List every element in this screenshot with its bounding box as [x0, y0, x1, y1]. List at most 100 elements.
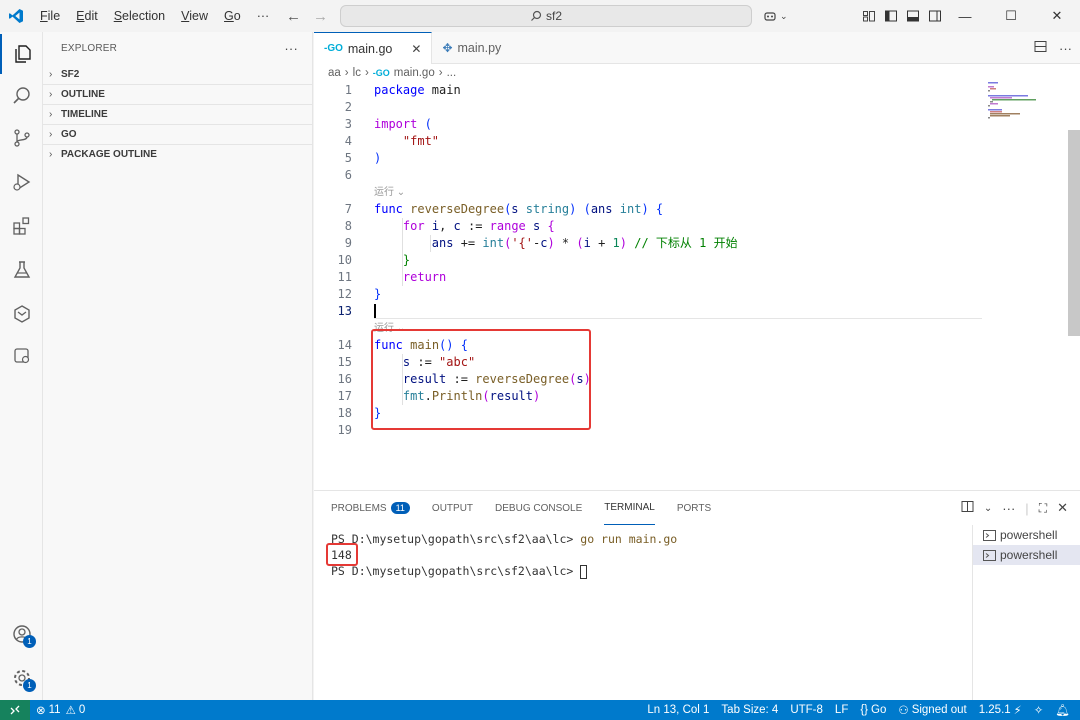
scrollbar-thumb[interactable] — [1068, 130, 1080, 336]
more-actions-icon[interactable]: ··· — [1002, 501, 1015, 516]
search-activity-icon[interactable] — [0, 76, 43, 116]
section-package-outline[interactable]: › PACKAGE OUTLINE — [43, 144, 312, 164]
close-tab-icon[interactable]: ✕ — [411, 42, 421, 56]
run-debug-icon[interactable] — [0, 162, 43, 202]
tab-problems[interactable]: PROBLEMS 11 — [331, 491, 410, 525]
line-number: 13 — [337, 304, 352, 318]
code-text: ans += int('{'-c) * (i + 1) // 下标从 1 开始 — [431, 236, 738, 250]
tab-main-py[interactable]: ✥ main.py — [432, 32, 511, 63]
menu-bar: File Edit Selection View Go ··· — [32, 0, 277, 32]
menu-edit[interactable]: Edit — [68, 0, 106, 32]
forward-arrow-icon[interactable]: → — [313, 8, 328, 25]
section-go[interactable]: › GO — [43, 124, 312, 144]
explorer-title: EXPLORER — [61, 42, 118, 54]
code-text: ) — [374, 151, 382, 165]
code-line: 5) — [314, 150, 994, 167]
tab-main-go[interactable]: -GO main.go ✕ — [314, 32, 433, 64]
tab-size[interactable]: Tab Size: 4 — [715, 704, 784, 716]
maximize-icon[interactable]: ☐ — [988, 0, 1034, 32]
tab-terminal[interactable]: TERMINAL — [604, 491, 655, 525]
menu-more[interactable]: ··· — [249, 0, 278, 32]
close-panel-icon[interactable]: ✕ — [1057, 500, 1068, 516]
breadcrumb-file[interactable]: main.go — [394, 67, 435, 79]
terminal-line: 148 — [331, 547, 677, 563]
split-editor-icon[interactable] — [1034, 40, 1047, 56]
close-window-icon[interactable]: ✕ — [1034, 0, 1080, 32]
editor-actions: ··· — [1034, 32, 1072, 64]
output-highlight-box — [326, 543, 358, 566]
tab-ports[interactable]: PORTS — [677, 491, 711, 525]
line-number: 14 — [337, 338, 352, 352]
menu-go[interactable]: Go — [216, 0, 249, 32]
line-number: 1 — [344, 83, 352, 97]
go-version[interactable]: 1.25.1 ⚡ — [973, 703, 1028, 717]
cursor-position[interactable]: Ln 13, Col 1 — [641, 704, 715, 716]
section-outline[interactable]: › OUTLINE — [43, 84, 312, 104]
search-text: sf2 — [545, 9, 562, 23]
editor-scrollbar[interactable] — [1068, 64, 1080, 490]
menu-selection[interactable]: Selection — [106, 0, 173, 32]
line-number: 7 — [344, 202, 352, 216]
terminal-instance-1[interactable]: powershell — [973, 525, 1080, 545]
chevron-right-icon: › — [49, 149, 53, 160]
chevron-right-icon: › — [49, 89, 53, 100]
breadcrumb-aa[interactable]: aa — [328, 67, 341, 79]
breadcrumb-more[interactable]: ... — [447, 67, 457, 79]
tab-output[interactable]: OUTPUT — [432, 491, 473, 525]
terminal-instance-2[interactable]: powershell — [973, 545, 1080, 565]
notifications-bell-icon[interactable]: 🔔︎ — [1049, 703, 1076, 717]
problems-status[interactable]: ⊗ 11 ⚠ 0 — [30, 703, 91, 717]
copilot-button[interactable]: ⌄ — [762, 0, 788, 32]
copilot-agent-icon[interactable] — [0, 294, 43, 334]
breadcrumb-lc[interactable]: lc — [353, 67, 361, 79]
line-number: 17 — [337, 389, 352, 403]
activity-bar: 1 1 — [0, 32, 43, 700]
menu-file[interactable]: File — [32, 0, 68, 32]
explorer-more-button[interactable]: ··· — [284, 41, 298, 56]
manage-gear-icon[interactable]: 1 — [0, 658, 43, 698]
panel-actions: ⌄ ··· | ⛶ ✕ — [961, 491, 1068, 525]
toggle-primary-sidebar-icon[interactable] — [884, 9, 898, 23]
section-sf2[interactable]: › SF2 — [43, 64, 312, 84]
more-actions-icon[interactable]: ··· — [1059, 41, 1072, 56]
menu-view[interactable]: View — [173, 0, 216, 32]
language-mode[interactable]: {} Go — [854, 704, 892, 716]
source-control-icon[interactable] — [0, 118, 43, 158]
terminal-output[interactable]: PS D:\mysetup\gopath\src\sf2\aa\lc> go r… — [331, 531, 677, 579]
section-timeline[interactable]: › TIMELINE — [43, 104, 312, 124]
editor-area: -GO main.go ✕ ✥ main.py ··· aa › lc › -G… — [314, 32, 1080, 490]
back-arrow-icon[interactable]: ← — [286, 8, 301, 25]
testing-flask-icon[interactable] — [0, 250, 43, 290]
chevron-down-icon[interactable]: ⌄ — [984, 503, 992, 514]
bottom-panel: PROBLEMS 11 OUTPUT DEBUG CONSOLE TERMINA… — [314, 490, 1080, 701]
code-text: package main — [374, 83, 461, 97]
accounts-icon[interactable]: 1 — [0, 614, 43, 654]
terminal-prompt: PS D:\mysetup\gopath\src\sf2\aa\lc> — [331, 564, 574, 578]
go-file-icon: -GO — [372, 68, 390, 78]
tab-debug-console[interactable]: DEBUG CONSOLE — [495, 491, 582, 525]
current-line-border — [374, 318, 982, 319]
explorer-icon[interactable] — [0, 34, 43, 74]
toggle-panel-icon[interactable] — [906, 9, 920, 23]
remote-explorer-icon[interactable] — [0, 336, 43, 376]
terminal-prompt: PS D:\mysetup\gopath\src\sf2\aa\lc> — [331, 532, 574, 546]
extensions-icon[interactable] — [0, 206, 43, 246]
copilot-status-icon: ⚇ — [898, 705, 909, 717]
copilot-icon[interactable]: ✧ — [1028, 703, 1050, 717]
layout-customize-icon[interactable] — [862, 9, 876, 23]
remote-indicator-icon[interactable] — [0, 700, 30, 720]
line-ending[interactable]: LF — [829, 704, 854, 716]
codelens-run[interactable]: 运行 ⌄ — [374, 184, 405, 201]
line-number: 18 — [337, 406, 352, 420]
minimize-icon[interactable]: — — [942, 0, 988, 32]
braces-icon: {} — [860, 704, 869, 716]
account-status[interactable]: ⚇ Signed out — [892, 703, 972, 717]
code-text: } — [402, 253, 411, 267]
split-terminal-icon[interactable] — [961, 500, 974, 516]
title-bar: File Edit Selection View Go ··· ← → sf2 … — [0, 0, 1080, 32]
toggle-secondary-sidebar-icon[interactable] — [928, 9, 942, 23]
file-encoding[interactable]: UTF-8 — [784, 704, 829, 716]
minimap[interactable] — [986, 82, 1056, 142]
command-center-search[interactable]: sf2 — [340, 5, 752, 27]
maximize-panel-icon[interactable]: ⛶ — [1039, 501, 1047, 516]
